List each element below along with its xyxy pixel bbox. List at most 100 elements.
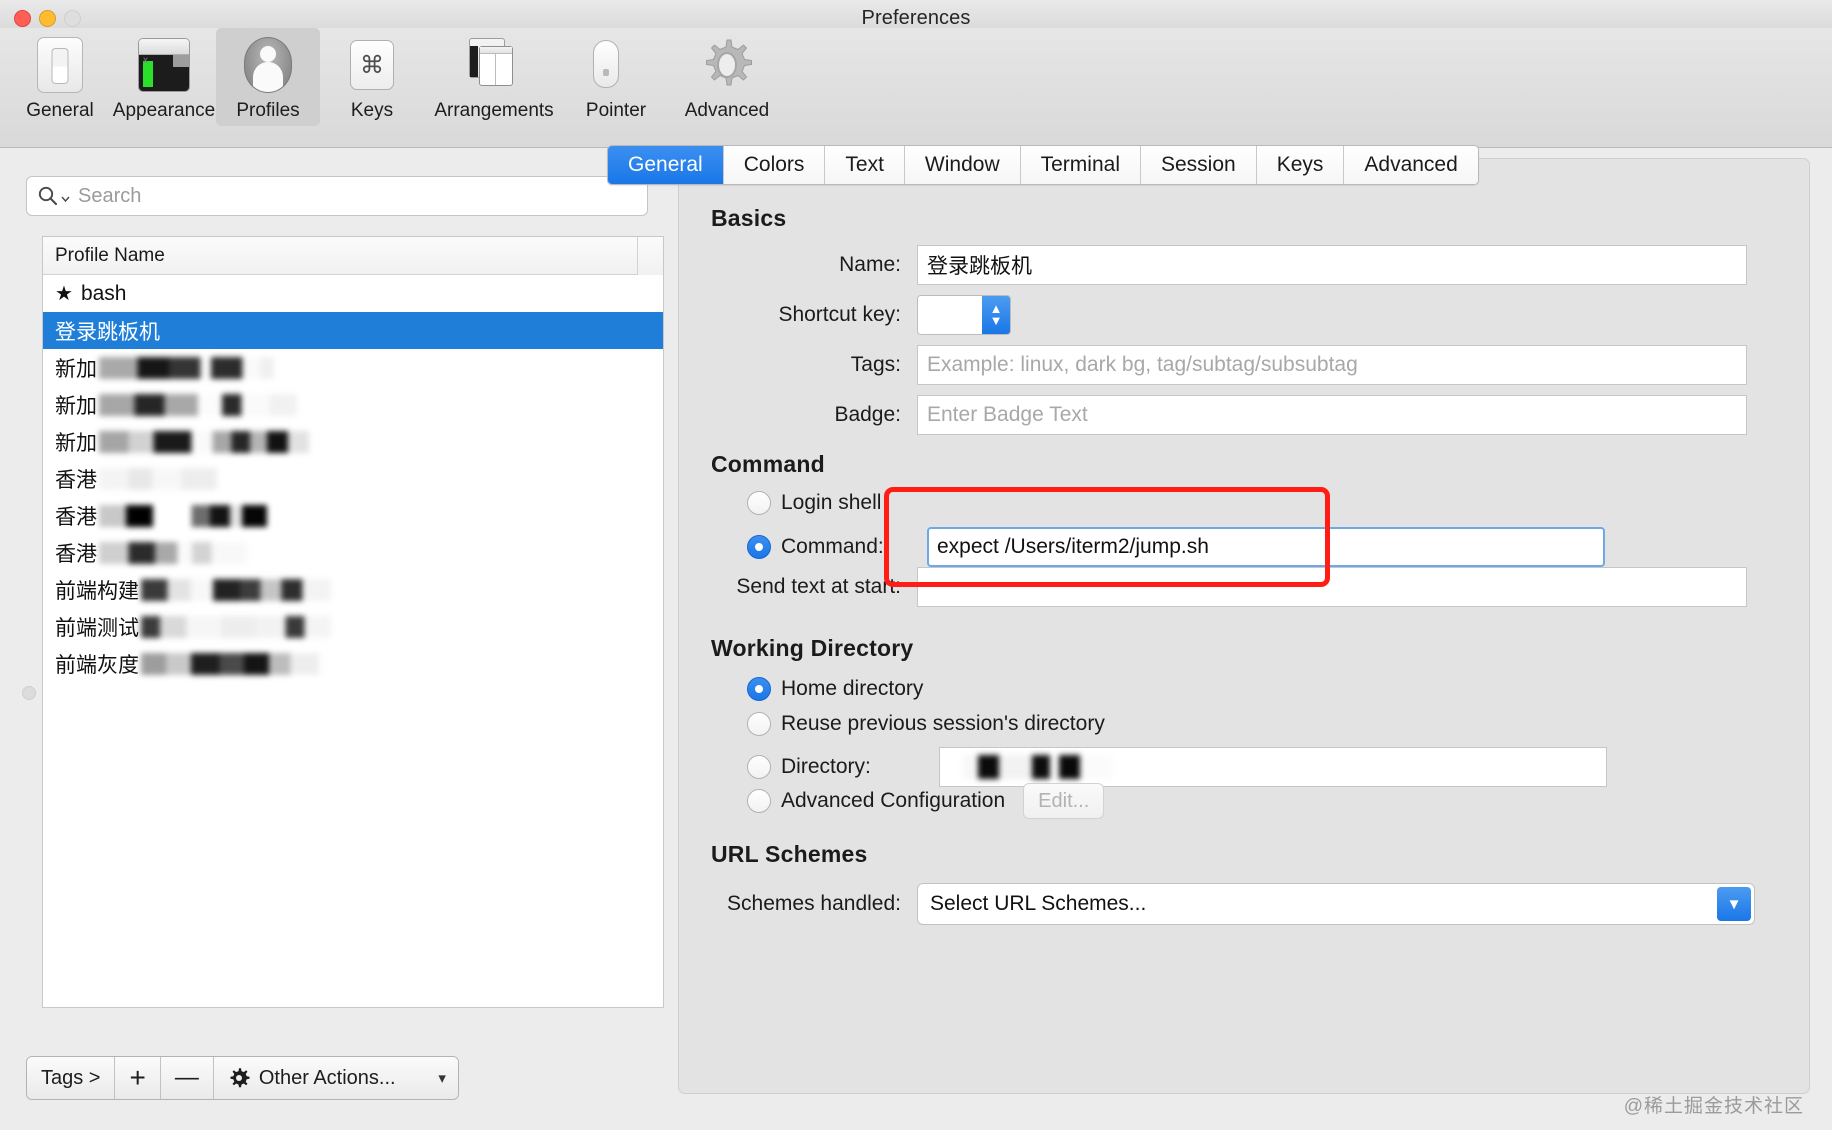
profile-name: 新加 xyxy=(55,431,97,455)
arrangements-icon xyxy=(465,36,523,94)
badge-input[interactable]: Enter Badge Text xyxy=(917,395,1747,435)
toolbar-item-profiles[interactable]: Profiles xyxy=(216,28,320,126)
section-heading-working-directory: Working Directory xyxy=(711,635,914,661)
tags-button[interactable]: Tags > xyxy=(27,1057,116,1099)
list-item[interactable]: 香港 xyxy=(43,534,663,571)
tab-keys[interactable]: Keys xyxy=(1256,146,1345,184)
field-row-shortcut-key: Shortcut key: ▲ ▼ xyxy=(679,295,1759,335)
profile-name: 登录跳板机 xyxy=(55,320,160,344)
radio-row-reuse-directory[interactable]: Reuse previous session's directory xyxy=(747,712,1105,736)
tab-session[interactable]: Session xyxy=(1140,146,1257,184)
profile-list-header: Profile Name xyxy=(43,237,663,275)
list-item[interactable]: 前端构建 xyxy=(43,571,663,608)
reuse-directory-radio[interactable] xyxy=(747,712,771,736)
toolbar-item-appearance[interactable]: x Appearance xyxy=(112,28,216,126)
tags-input[interactable]: Example: linux, dark bg, tag/subtag/subs… xyxy=(917,345,1747,385)
command-radio[interactable] xyxy=(747,535,771,559)
tab-label: Advanced xyxy=(1364,153,1458,176)
list-item[interactable]: 前端测试 xyxy=(43,608,663,645)
tab-window[interactable]: Window xyxy=(904,146,1021,184)
radio-row-home-directory[interactable]: Home directory xyxy=(747,677,923,701)
tab-advanced[interactable]: Advanced xyxy=(1344,146,1478,184)
directory-radio[interactable] xyxy=(747,755,771,779)
advanced-configuration-radio[interactable] xyxy=(747,789,771,813)
toolbar-item-advanced[interactable]: Advanced xyxy=(668,28,786,126)
search-input[interactable]: Search xyxy=(26,176,648,216)
tab-label: Session xyxy=(1160,153,1236,176)
redacted-text xyxy=(99,541,247,564)
keys-icon: ⌘ xyxy=(343,36,401,94)
tab-colors[interactable]: Colors xyxy=(723,146,826,184)
toolbar-label: Appearance xyxy=(112,100,216,121)
list-item[interactable]: ★ bash xyxy=(43,275,663,312)
minimize-button[interactable] xyxy=(39,10,56,27)
stepper-arrows-icon[interactable]: ▲ ▼ xyxy=(982,296,1010,334)
tab-label: Colors xyxy=(743,153,805,176)
profile-name: 新加 xyxy=(55,357,97,381)
name-label: Name: xyxy=(839,253,901,276)
home-directory-radio[interactable] xyxy=(747,677,771,701)
profiles-icon xyxy=(239,36,297,94)
advanced-gear-icon xyxy=(698,36,756,94)
tab-text[interactable]: Text xyxy=(825,146,905,184)
list-item[interactable]: 新加 xyxy=(43,349,663,386)
command-label: Command: xyxy=(781,535,884,558)
toolbar-label: Profiles xyxy=(236,100,300,121)
profile-name: 香港 xyxy=(55,468,97,492)
send-text-input[interactable] xyxy=(917,567,1747,607)
reuse-directory-label: Reuse previous session's directory xyxy=(781,712,1105,735)
profile-name: bash xyxy=(80,281,127,305)
name-input[interactable]: 登录跳板机 xyxy=(917,245,1747,285)
toolbar-item-arrangements[interactable]: Arrangements xyxy=(424,28,564,126)
toolbar-item-general[interactable]: General xyxy=(8,28,112,126)
redacted-text xyxy=(963,755,1113,779)
list-item[interactable]: 香港 xyxy=(43,460,663,497)
chevron-down-icon: ▾ xyxy=(438,1070,446,1087)
tab-terminal[interactable]: Terminal xyxy=(1020,146,1141,184)
toolbar-label: General xyxy=(26,100,94,121)
toolbar-label: Advanced xyxy=(684,100,770,121)
url-schemes-select[interactable]: Select URL Schemes... ▼ xyxy=(917,883,1755,925)
list-item[interactable]: 前端灰度 xyxy=(43,645,663,682)
window-controls xyxy=(14,10,81,27)
profile-list[interactable]: Profile Name ★ bash 登录跳板机 新加 新加 新加 香港 香港… xyxy=(42,236,664,1008)
column-resize-handle[interactable] xyxy=(637,237,663,275)
command-input[interactable]: expect /Users/iterm2/jump.sh xyxy=(927,527,1605,567)
tags-label: Tags: xyxy=(850,353,901,376)
tab-general[interactable]: General xyxy=(608,146,724,184)
url-schemes-value: Select URL Schemes... xyxy=(930,892,1147,915)
radio-row-login-shell[interactable]: Login shell xyxy=(747,491,881,515)
edit-button[interactable]: Edit... xyxy=(1023,783,1105,819)
split-view-handle[interactable] xyxy=(22,686,36,700)
profile-list-scrollbar[interactable] xyxy=(646,277,660,1007)
tab-label: Keys xyxy=(1276,153,1324,176)
zoom-button[interactable] xyxy=(64,10,81,27)
toolbar-item-keys[interactable]: ⌘ Keys xyxy=(320,28,424,126)
list-item[interactable]: 新加 xyxy=(43,423,663,460)
list-item[interactable]: 登录跳板机 xyxy=(43,312,663,349)
directory-input[interactable] xyxy=(939,747,1607,787)
toolbar-item-pointer[interactable]: Pointer xyxy=(564,28,668,126)
redacted-text xyxy=(99,356,274,379)
login-shell-radio[interactable] xyxy=(747,491,771,515)
shortcut-key-input[interactable] xyxy=(918,296,982,334)
radio-row-directory[interactable]: Directory: xyxy=(747,747,1747,787)
preferences-toolbar: General x Appearance Profiles ⌘ Keys Arr… xyxy=(0,28,1832,148)
field-row-send-text: Send text at start: xyxy=(679,567,1759,607)
redacted-text xyxy=(99,430,309,453)
add-profile-button[interactable]: + xyxy=(115,1057,161,1099)
chevron-down-icon[interactable]: ▼ xyxy=(1717,887,1751,921)
profile-name: 前端灰度 xyxy=(55,653,139,677)
other-actions-button[interactable]: Other Actions... ▾ xyxy=(213,1057,458,1099)
search-placeholder: Search xyxy=(78,184,142,207)
remove-profile-button[interactable]: — xyxy=(160,1057,214,1099)
redacted-text xyxy=(99,393,297,416)
list-item[interactable]: 新加 xyxy=(43,386,663,423)
radio-row-advanced-configuration[interactable]: Advanced Configuration Edit... xyxy=(747,783,1105,819)
radio-row-command[interactable]: Command: expect /Users/iterm2/jump.sh xyxy=(747,527,1605,567)
profiles-sidebar: Search Profile Name ★ bash 登录跳板机 新加 新加 新… xyxy=(0,148,672,1130)
shortcut-key-stepper[interactable]: ▲ ▼ xyxy=(917,295,1011,335)
toolbar-label: Arrangements xyxy=(434,100,554,121)
list-item[interactable]: 香港 xyxy=(43,497,663,534)
close-button[interactable] xyxy=(14,10,31,27)
